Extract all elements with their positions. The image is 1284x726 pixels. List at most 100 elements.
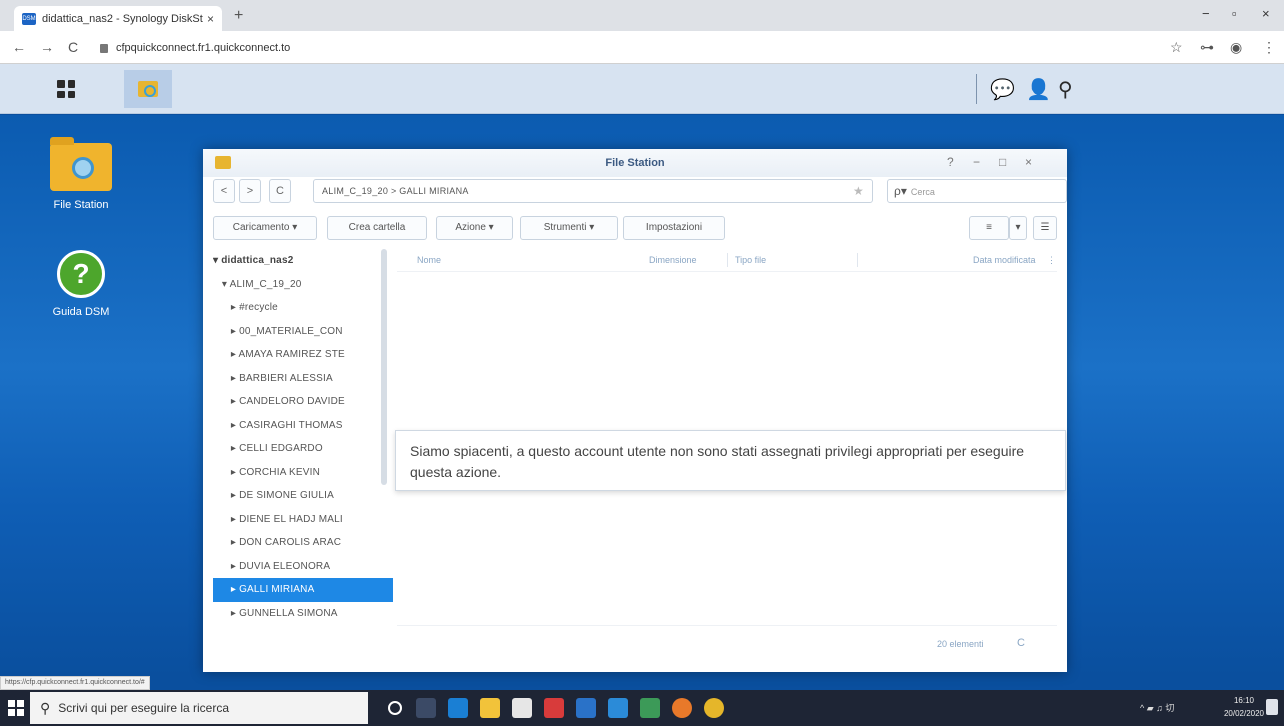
edge-icon[interactable] (448, 698, 468, 718)
user-icon[interactable]: 👤 (1026, 77, 1051, 102)
tree-scrollbar[interactable] (381, 249, 387, 485)
tree-item[interactable]: ▸ #recycle (213, 296, 393, 320)
column-menu-icon[interactable]: ⋮ (1047, 249, 1056, 271)
synology-favicon-icon: DSM (22, 12, 36, 25)
search-icon[interactable]: ⚲ (1058, 77, 1073, 102)
store-icon[interactable] (512, 698, 532, 718)
desktop-file-station-label: File Station (53, 199, 109, 211)
new-tab-button[interactable]: + (234, 7, 243, 25)
help-icon[interactable]: ? (947, 155, 954, 169)
column-modified[interactable]: Data modificata (973, 249, 1036, 271)
office-icon[interactable] (544, 698, 564, 718)
explorer-icon[interactable] (480, 698, 500, 718)
file-station-window: File Station ? − □ × < > C ALIM_C_19_20 … (203, 149, 1067, 672)
footer-divider (397, 625, 1057, 626)
clock[interactable]: 16:10 20/02/2020 (1222, 694, 1266, 720)
column-name[interactable]: Nome (417, 249, 441, 271)
cortana-icon[interactable] (388, 701, 402, 715)
search-input[interactable]: ρ▾ Cerca (887, 179, 1067, 203)
back-arrow-icon[interactable]: ← (12, 39, 26, 55)
bookmark-star-icon[interactable]: ☆ (1170, 39, 1183, 56)
file-station-icon (138, 81, 158, 97)
clock-date: 20/02/2020 (1223, 709, 1265, 718)
tree-item[interactable]: ▸ CORCHIA KEVIN (213, 461, 393, 485)
reload-icon[interactable]: C (68, 39, 78, 55)
tree-item[interactable]: ▸ DIENE EL HADJ MALI (213, 508, 393, 532)
task-view-icon[interactable] (416, 698, 436, 718)
maximize-icon[interactable]: □ (999, 155, 1006, 169)
browser-tab-bar: DSM didattica_nas2 - Synology DiskSt × +… (0, 0, 1284, 31)
tree-item[interactable]: ▾ didattica_nas2 (213, 249, 393, 273)
item-count: 20 elementi (937, 639, 984, 649)
tree-item[interactable]: ▸ CANDELORO DAVIDE (213, 390, 393, 414)
tree-item[interactable]: ▸ CELLI EDGARDO (213, 437, 393, 461)
new-folder-button[interactable]: Crea cartella (327, 216, 427, 240)
permission-error-message: Siamo spiacenti, a questo account utente… (395, 430, 1066, 491)
column-type[interactable]: Tipo file (735, 249, 766, 271)
refresh-button[interactable]: C (269, 179, 291, 203)
tree-item[interactable]: ▸ DE SIMONE GIULIA (213, 484, 393, 508)
search-icon: ⚲ (40, 699, 51, 716)
view-dropdown-button[interactable]: ▾ (1009, 216, 1027, 240)
calculator-icon[interactable] (640, 698, 660, 718)
column-separator (857, 253, 858, 267)
folder-tree: ▾ didattica_nas2 ▾ ALIM_C_19_20 ▸ #recyc… (213, 249, 393, 669)
notification-icon[interactable] (1266, 699, 1278, 715)
browser-address-bar: ← → C cfpquickconnect.fr1.quickconnect.t… (0, 31, 1284, 64)
firefox-icon[interactable] (672, 698, 692, 718)
lock-icon (100, 43, 108, 53)
system-tray[interactable]: ^ ▰ ♫ 切 (1140, 701, 1174, 714)
password-key-icon[interactable]: ⊶ (1200, 39, 1214, 56)
windows-taskbar: ⚲ Scrivi qui per eseguire la ricerca ^ ▰… (0, 690, 1284, 726)
browser-tab[interactable]: DSM didattica_nas2 - Synology DiskSt × (14, 6, 222, 31)
folder-icon (50, 137, 112, 191)
forward-arrow-icon[interactable]: → (40, 39, 54, 55)
desktop-dsm-help[interactable]: ? Guida DSM (31, 250, 131, 318)
windows-start-icon[interactable] (8, 700, 24, 716)
url-field[interactable]: cfpquickconnect.fr1.quickconnect.to (100, 37, 1140, 59)
tree-item[interactable]: ▸ GUNNELLA SIMONA (213, 602, 393, 626)
windows-search-placeholder: Scrivi qui per eseguire la ricerca (58, 701, 230, 715)
sort-button[interactable]: ☰ (1033, 216, 1057, 240)
settings-button[interactable]: Impostazioni (623, 216, 725, 240)
mail-icon[interactable] (576, 698, 596, 718)
tree-item[interactable]: ▸ DUVIA ELEONORA (213, 555, 393, 579)
chat-icon[interactable]: 💬 (990, 77, 1015, 102)
tab-close-icon[interactable]: × (207, 12, 214, 26)
view-list-button[interactable]: ≡ (969, 216, 1009, 240)
action-button[interactable]: Azione ▾ (436, 216, 513, 240)
upload-button[interactable]: Caricamento ▾ (213, 216, 317, 240)
tree-item[interactable]: ▸ CASIRAGHI THOMAS (213, 414, 393, 438)
tree-item[interactable]: ▾ ALIM_C_19_20 (213, 273, 393, 297)
back-button[interactable]: < (213, 179, 235, 203)
window-minimize-button[interactable]: − (1202, 6, 1210, 21)
main-menu-button[interactable] (42, 70, 90, 108)
status-url: https://cfp.quickconnect.fr1.quickconnec… (0, 676, 150, 690)
tree-item[interactable]: ▸ AMAYA RAMIREZ STE (213, 343, 393, 367)
path-field[interactable]: ALIM_C_19_20 > GALLI MIRIANA (313, 179, 873, 203)
toolbar: Caricamento ▾ Crea cartella Azione ▾ Str… (213, 216, 1057, 242)
column-size[interactable]: Dimensione (649, 249, 697, 271)
search-icon: ρ▾ (894, 184, 907, 198)
favorite-star-icon[interactable]: ★ (853, 184, 864, 198)
windows-search-box[interactable]: ⚲ Scrivi qui per eseguire la ricerca (30, 692, 368, 724)
profile-icon[interactable]: ◉ (1230, 39, 1242, 56)
help-icon: ? (57, 250, 105, 298)
app-icon[interactable] (608, 698, 628, 718)
list-refresh-icon[interactable]: C (1017, 637, 1025, 649)
file-station-taskbar-button[interactable] (124, 70, 172, 108)
window-title-bar[interactable]: File Station ? − □ × (203, 149, 1067, 177)
close-icon[interactable]: × (1025, 155, 1032, 169)
minimize-icon[interactable]: − (973, 155, 980, 169)
tree-item[interactable]: ▸ DON CAROLIS ARAC (213, 531, 393, 555)
window-maximize-button[interactable]: ▫ (1232, 6, 1237, 21)
chrome-icon[interactable] (704, 698, 724, 718)
tree-item[interactable]: ▸ BARBIERI ALESSIA (213, 367, 393, 391)
tree-item[interactable]: ▸ 00_MATERIALE_CON (213, 320, 393, 344)
tree-item[interactable]: ▸ GALLI MIRIANA (213, 578, 393, 602)
tools-button[interactable]: Strumenti ▾ (520, 216, 618, 240)
window-close-button[interactable]: × (1262, 6, 1270, 21)
desktop-file-station[interactable]: File Station (31, 137, 131, 211)
browser-menu-icon[interactable]: ⋮ (1262, 39, 1276, 56)
forward-button[interactable]: > (239, 179, 261, 203)
